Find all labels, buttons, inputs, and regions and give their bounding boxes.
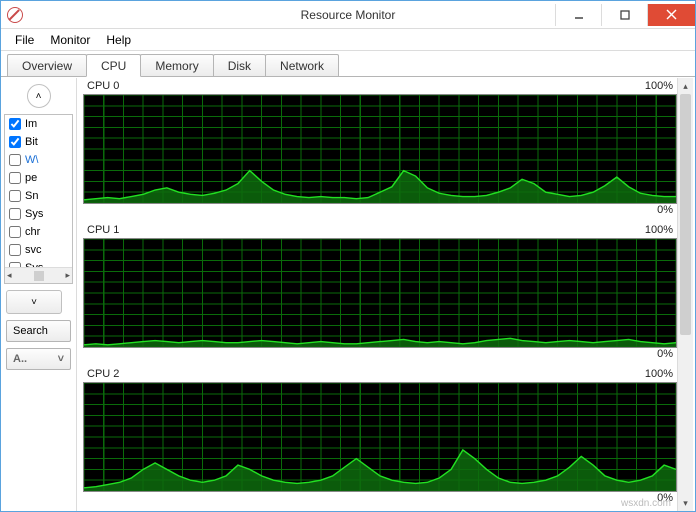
chart-max-label: 100% xyxy=(645,368,673,380)
process-checkbox[interactable] xyxy=(9,244,21,256)
tab-memory[interactable]: Memory xyxy=(140,54,213,76)
process-label: svc xyxy=(25,244,42,256)
process-list-panel: Im Bit W\ pe Sn Sys chr svc Sys ◂ ▸ xyxy=(4,114,73,284)
process-label: Sn xyxy=(25,190,38,202)
process-label: Im xyxy=(25,118,37,130)
cpu-chart-0: CPU 0 100% 0% xyxy=(83,78,677,218)
tabstrip: OverviewCPUMemoryDiskNetwork xyxy=(1,51,695,77)
chevron-down-icon: ˅ xyxy=(31,297,37,308)
chart-title: CPU 1 xyxy=(87,224,119,236)
chevron-up-icon: ˄ xyxy=(36,91,42,102)
minimize-button[interactable] xyxy=(555,4,601,26)
menu-help[interactable]: Help xyxy=(100,31,137,49)
resource-monitor-window: Resource Monitor File Monitor Help Overv… xyxy=(0,0,696,512)
chart-canvas xyxy=(83,238,677,348)
process-checkbox[interactable] xyxy=(9,154,21,166)
process-row[interactable]: Sn xyxy=(5,187,72,205)
associated-handles-button[interactable]: A.. ˅ xyxy=(6,348,71,370)
process-checkbox[interactable] xyxy=(9,190,21,202)
process-label: pe xyxy=(25,172,37,184)
window-controls xyxy=(555,4,695,26)
process-checkbox[interactable] xyxy=(9,208,21,220)
cpu-chart-1: CPU 1 100% 0% xyxy=(83,222,677,362)
tab-overview[interactable]: Overview xyxy=(7,54,87,76)
maximize-button[interactable] xyxy=(601,4,647,26)
menubar: File Monitor Help xyxy=(1,29,695,51)
cpu-chart-2: CPU 2100%0% xyxy=(83,366,677,506)
process-row[interactable]: Bit xyxy=(5,133,72,151)
chart-max-label: 100% xyxy=(645,224,673,236)
chevron-down-icon: ˅ xyxy=(58,353,64,365)
chevron-left-icon: ◂ xyxy=(7,270,12,281)
chart-title: CPU 2 xyxy=(87,368,119,380)
charts-pane[interactable]: CPU 0100%0%CPU 1100%0%CPU 2100%0% ▴ ▾ xyxy=(77,78,695,511)
watermark: wsxdn.com xyxy=(621,498,671,509)
chevron-up-icon: ▴ xyxy=(678,78,693,94)
process-checkbox[interactable] xyxy=(9,136,21,148)
chevron-down-icon: ▾ xyxy=(678,495,693,511)
process-label: chr xyxy=(25,226,40,238)
chart-min-label: 0% xyxy=(657,204,673,216)
search-button[interactable]: Search xyxy=(6,320,71,342)
tab-cpu[interactable]: CPU xyxy=(86,54,141,77)
close-button[interactable] xyxy=(647,4,695,26)
associated-button-label: A.. xyxy=(13,353,27,365)
search-button-label: Search xyxy=(13,325,48,337)
process-label: Sys xyxy=(25,208,43,220)
chart-canvas xyxy=(83,94,677,204)
process-row[interactable]: pe xyxy=(5,169,72,187)
process-checkbox[interactable] xyxy=(9,172,21,184)
scrollbar-thumb[interactable] xyxy=(680,94,691,335)
body: ˄ Im Bit W\ pe Sn Sys chr svc Sys ◂ ▸ ˅ Search A… xyxy=(1,77,695,511)
process-row[interactable]: Sys xyxy=(5,259,72,267)
process-row[interactable]: W\ xyxy=(5,151,72,169)
app-icon xyxy=(7,7,23,23)
window-title: Resource Monitor xyxy=(301,8,396,22)
process-label: W\ xyxy=(25,154,38,166)
titlebar[interactable]: Resource Monitor xyxy=(1,1,695,29)
scrollbar-track[interactable] xyxy=(678,94,693,495)
process-checkbox[interactable] xyxy=(9,226,21,238)
process-list[interactable]: Im Bit W\ pe Sn Sys chr svc Sys xyxy=(5,115,72,267)
chevron-right-icon: ▸ xyxy=(65,270,70,281)
process-label: Bit xyxy=(25,136,38,148)
tab-disk[interactable]: Disk xyxy=(213,54,266,76)
chart-canvas xyxy=(83,382,677,492)
menu-monitor[interactable]: Monitor xyxy=(44,31,96,49)
sidebar: ˄ Im Bit W\ pe Sn Sys chr svc Sys ◂ ▸ ˅ Search A… xyxy=(1,78,77,511)
process-row[interactable]: svc xyxy=(5,241,72,259)
collapse-up-button[interactable]: ˄ xyxy=(27,84,51,108)
vertical-scrollbar[interactable]: ▴ ▾ xyxy=(677,78,693,511)
tab-network[interactable]: Network xyxy=(265,54,339,76)
scrollbar-thumb[interactable] xyxy=(34,271,44,281)
menu-file[interactable]: File xyxy=(9,31,40,49)
horizontal-scrollbar[interactable]: ◂ ▸ xyxy=(5,267,72,283)
chart-min-label: 0% xyxy=(657,348,673,360)
chart-max-label: 100% xyxy=(645,80,673,92)
process-checkbox[interactable] xyxy=(9,118,21,130)
chart-title: CPU 0 xyxy=(87,80,119,92)
process-row[interactable]: Sys xyxy=(5,205,72,223)
expand-down-button[interactable]: ˅ xyxy=(6,290,62,314)
process-row[interactable]: Im xyxy=(5,115,72,133)
process-row[interactable]: chr xyxy=(5,223,72,241)
